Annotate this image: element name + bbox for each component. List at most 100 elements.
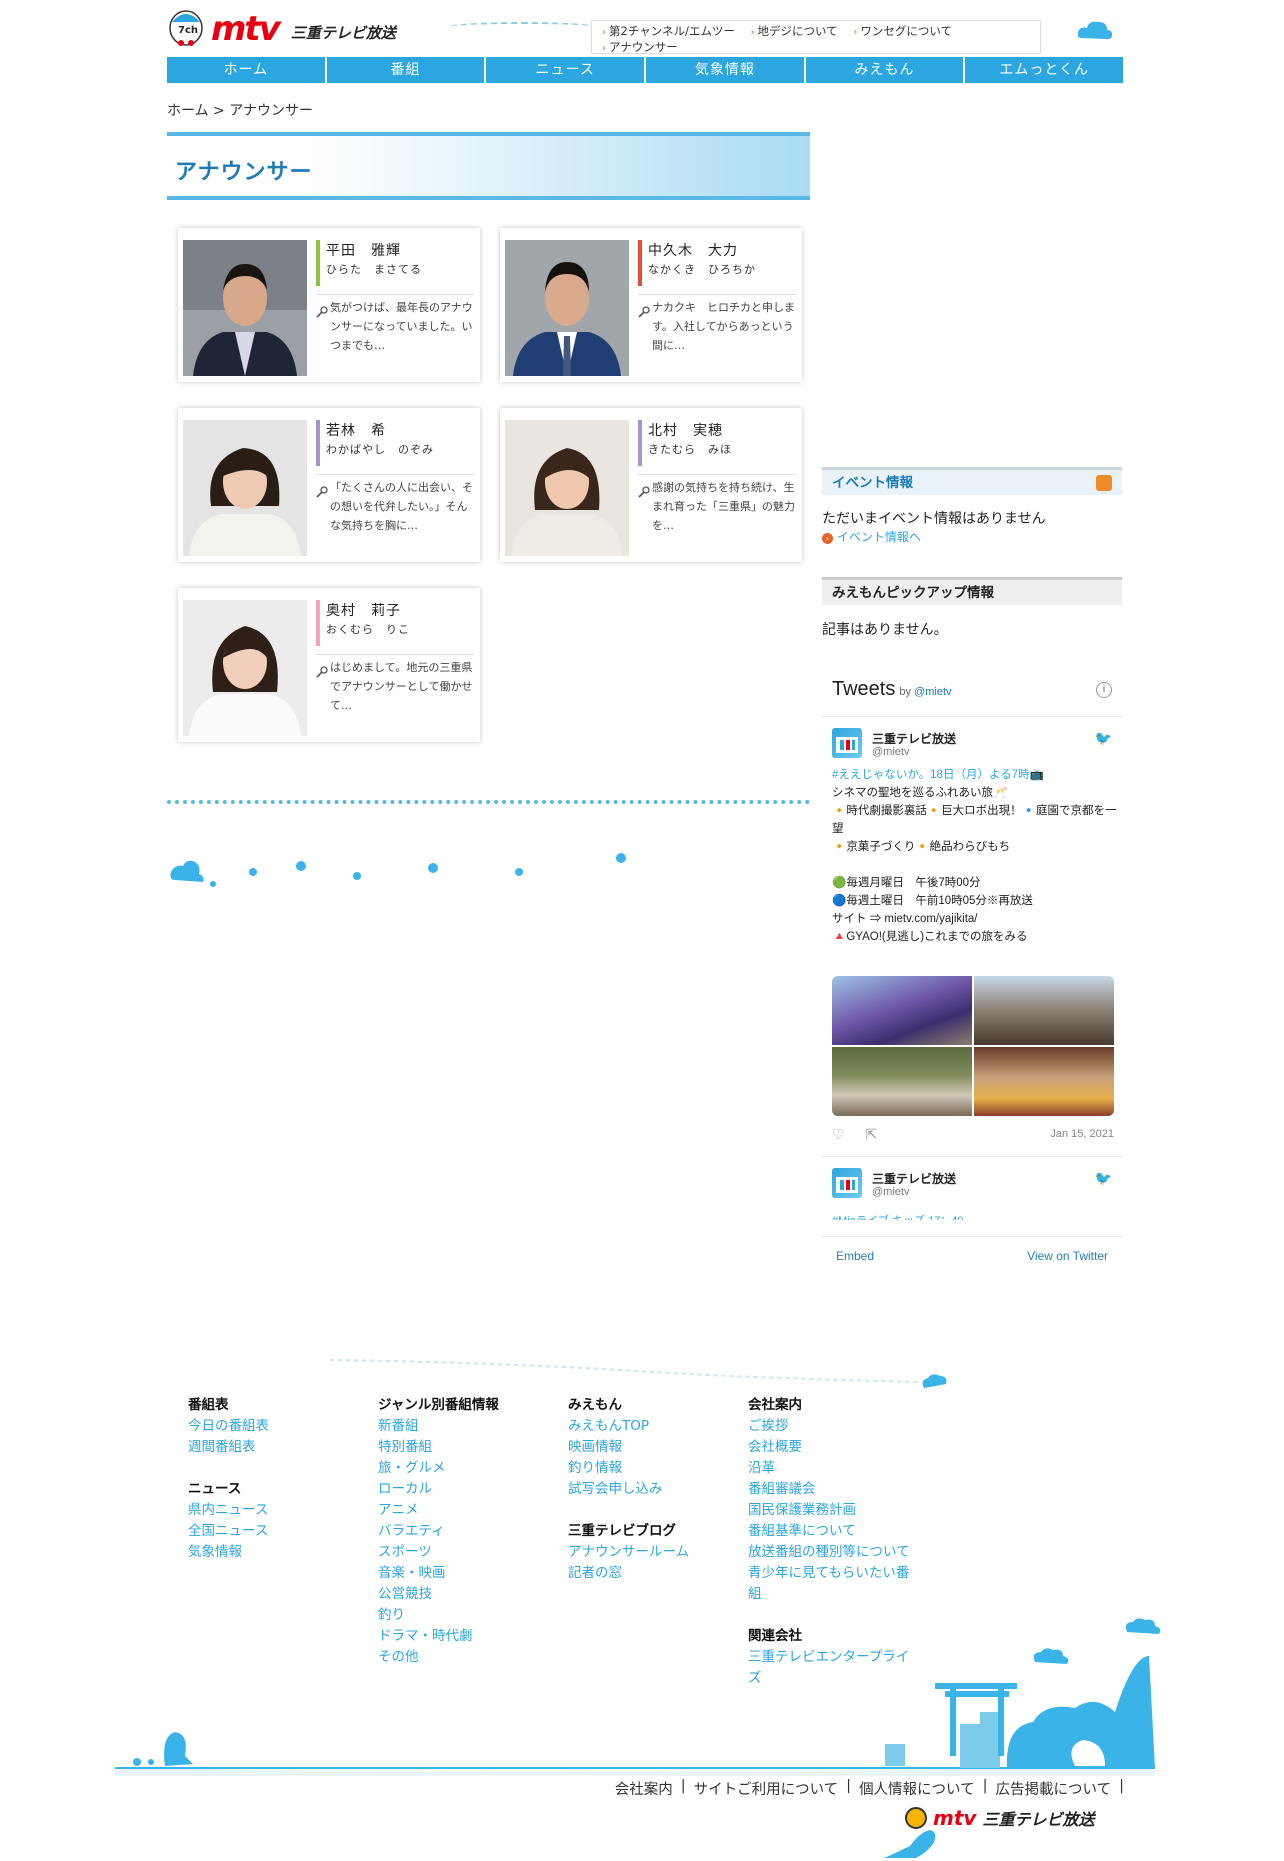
footer-link[interactable]: 気象情報 xyxy=(188,1542,269,1563)
account-avatar[interactable] xyxy=(832,728,862,758)
tweet-line[interactable]: サイト ⇒ mietv.com/yajikita/ xyxy=(832,910,1117,928)
footer-link[interactable]: 旅・グルメ xyxy=(378,1458,499,1479)
share-icon[interactable]: ⇱ xyxy=(866,1126,878,1142)
footer-link[interactable]: ローカル xyxy=(378,1479,499,1500)
footer-link[interactable]: 週間番組表 xyxy=(188,1437,269,1458)
event-empty-text: ただいまイベント情報はありません xyxy=(822,511,1046,527)
logo-mtv-text: mtv xyxy=(211,9,281,49)
page-title-bar: アナウンサー xyxy=(167,132,810,200)
timeline-handle-link[interactable]: @mietv xyxy=(914,686,951,698)
footer-link[interactable]: 今日の番組表 xyxy=(188,1416,269,1437)
footer-link[interactable]: スポーツ xyxy=(378,1542,499,1563)
tweet-date[interactable]: Jan 15, 2021 xyxy=(1050,1128,1114,1140)
nav-home[interactable]: ホーム xyxy=(167,57,327,83)
nav-emuttokun[interactable]: エムっとくん xyxy=(965,57,1123,83)
footer-link[interactable]: 県内ニュース xyxy=(188,1500,269,1521)
tweet-line: シネマの聖地を巡るふれあい旅🥂 xyxy=(832,787,1008,799)
embed-link[interactable]: Embed xyxy=(836,1249,874,1263)
heart-icon[interactable]: ♡ xyxy=(832,1126,845,1142)
announcer-card[interactable]: 若林 希 わかばやし のぞみ 「たくさんの人に出会い、その想いを代弁したい。」そ… xyxy=(178,408,480,562)
footer-link[interactable]: 記者の窓 xyxy=(568,1563,689,1584)
announcer-name[interactable]: 奥村 莉子 xyxy=(326,600,474,622)
tweet-text: #ええじゃないか。18日（月）よる7時📺 シネマの聖地を巡るふれあい旅🥂 🔸時代… xyxy=(832,766,1117,946)
announcer-desc: 気がつけば、最年長のアナウンサーになっていました。いつまでも… xyxy=(316,298,474,355)
announcer-card[interactable]: 中久木 大力 なかくき ひろちか ナカクキ ヒロチカと申します。入社してからあっ… xyxy=(500,228,802,382)
announcer-name[interactable]: 中久木 大力 xyxy=(648,240,796,262)
footer-heading: 三重テレビブログ xyxy=(568,1523,676,1539)
announcer-card[interactable]: 奥村 莉子 おくむら りこ はじめまして。地元の三重県でアナウンサーとして働かせ… xyxy=(178,588,480,742)
footer-link[interactable]: 組 xyxy=(748,1584,910,1605)
account-avatar[interactable] xyxy=(832,1168,862,1198)
footer-link[interactable]: 国民保護業務計画 xyxy=(748,1500,910,1521)
footer-link[interactable]: みえもんTOP xyxy=(568,1416,689,1437)
twitter-bird-icon[interactable]: 🐦 xyxy=(1095,730,1112,747)
footer-bottom-link[interactable]: 広告掲載について xyxy=(996,1778,1112,1799)
footer-link[interactable]: 特別番組 xyxy=(378,1437,499,1458)
nav-programs[interactable]: 番組 xyxy=(327,57,487,83)
tweet-line[interactable]: #ええじゃないか。18日（月）よる7時📺 xyxy=(832,766,1117,784)
link-m2[interactable]: › 第2チャンネル/エムツー xyxy=(602,24,735,38)
footer-link[interactable]: 番組審議会 xyxy=(748,1479,910,1500)
announcer-desc: ナカクキ ヒロチカと申します。入社してからあっという間に… xyxy=(638,298,796,355)
footer-link[interactable]: 新番組 xyxy=(378,1416,499,1437)
link-oneseg[interactable]: › ワンセグについて xyxy=(853,24,952,38)
footer-bottom-link[interactable]: 会社案内 xyxy=(615,1778,673,1799)
footer-link[interactable]: アナウンサールーム xyxy=(568,1542,689,1563)
footer-bottom-link[interactable]: サイトご利用について xyxy=(694,1778,839,1799)
view-on-twitter-link[interactable]: View on Twitter xyxy=(1027,1249,1108,1263)
tweet-media-grid[interactable] xyxy=(832,976,1114,1116)
footer-link[interactable]: 会社概要 xyxy=(748,1437,910,1458)
nav-news[interactable]: ニュース xyxy=(486,57,647,83)
footer-bottom-link[interactable]: 個人情報について xyxy=(859,1778,975,1799)
footer-link[interactable]: 青少年に見てもらいたい番 xyxy=(748,1563,910,1584)
link-digital[interactable]: › 地デジについて xyxy=(751,24,838,38)
footer-link[interactable]: 沿革 xyxy=(748,1458,910,1479)
divider xyxy=(167,800,810,804)
main-nav: ホーム 番組 ニュース 気象情報 みえもん エムっとくん xyxy=(167,57,1123,83)
announcer-name[interactable]: 平田 雅輝 xyxy=(326,240,474,262)
site-logo[interactable]: 7ch mtv 三重テレビ放送 xyxy=(167,8,396,50)
footer-link[interactable]: 公営競技 xyxy=(378,1584,499,1605)
decorative-dash xyxy=(447,22,597,32)
footer-link[interactable]: 映画情報 xyxy=(568,1437,689,1458)
tweet-photo[interactable] xyxy=(832,1047,972,1116)
footer-link[interactable]: 番組基準について xyxy=(748,1521,910,1542)
twitter-bird-icon[interactable]: 🐦 xyxy=(1095,1170,1112,1187)
breadcrumb-home[interactable]: ホーム xyxy=(167,103,209,119)
cloud-icon xyxy=(1075,16,1115,47)
announcer-card[interactable]: 北村 実穂 きたむら みほ 感謝の気持ちを持ち続け、生まれ育った「三重県」の魅力… xyxy=(500,408,802,562)
microphone-icon xyxy=(638,485,650,504)
announcer-kana: ひらた まさてる xyxy=(326,263,422,276)
announcer-name[interactable]: 若林 希 xyxy=(326,420,474,442)
footer-link[interactable]: 釣り情報 xyxy=(568,1458,689,1479)
footer-link[interactable]: ご挨拶 xyxy=(748,1416,910,1437)
nav-miemon[interactable]: みえもん xyxy=(806,57,966,83)
tweet-line xyxy=(832,856,1117,874)
arrow-circle-icon: › xyxy=(822,533,833,544)
tweet-photo[interactable] xyxy=(832,976,972,1045)
account-name[interactable]: 三重テレビ放送 xyxy=(872,1170,956,1187)
announcer-name[interactable]: 北村 実穂 xyxy=(648,420,796,442)
footer-link[interactable]: 全国ニュース xyxy=(188,1521,269,1542)
event-info-link[interactable]: › イベント情報へ xyxy=(822,528,921,545)
timeline-footer: Embed View on Twitter xyxy=(822,1236,1122,1275)
info-icon[interactable]: i xyxy=(1096,682,1112,698)
cloud-decoration-icon xyxy=(170,853,626,887)
tweet-line: 🟢毎週月曜日 午後7時00分 xyxy=(832,877,981,889)
announcer-card[interactable]: 平田 雅輝 ひらた まさてる 気がつけば、最年長のアナウンサーになっていました。… xyxy=(178,228,480,382)
account-name[interactable]: 三重テレビ放送 xyxy=(872,730,956,747)
announcer-kana: おくむら りこ xyxy=(326,623,410,636)
footer-link[interactable]: 音楽・映画 xyxy=(378,1563,499,1584)
tweet-photo[interactable] xyxy=(974,1047,1114,1116)
nav-weather[interactable]: 気象情報 xyxy=(646,57,806,83)
footer-link[interactable]: アニメ xyxy=(378,1500,499,1521)
footer-link[interactable]: 試写会申し込み xyxy=(568,1479,689,1500)
footer-link[interactable]: 放送番組の種別等について xyxy=(748,1542,910,1563)
footer-bottom-links: 会社案内 | サイトご利用について | 個人情報について | 広告掲載について | xyxy=(614,1778,1124,1799)
tweet-photo[interactable] xyxy=(974,976,1114,1045)
account-handle[interactable]: @mietv xyxy=(872,746,909,758)
footer-link[interactable]: バラエティ xyxy=(378,1521,499,1542)
rss-icon[interactable] xyxy=(1096,475,1112,491)
link-announcer[interactable]: › アナウンサー xyxy=(602,40,678,54)
account-handle[interactable]: @mietv xyxy=(872,1186,909,1198)
